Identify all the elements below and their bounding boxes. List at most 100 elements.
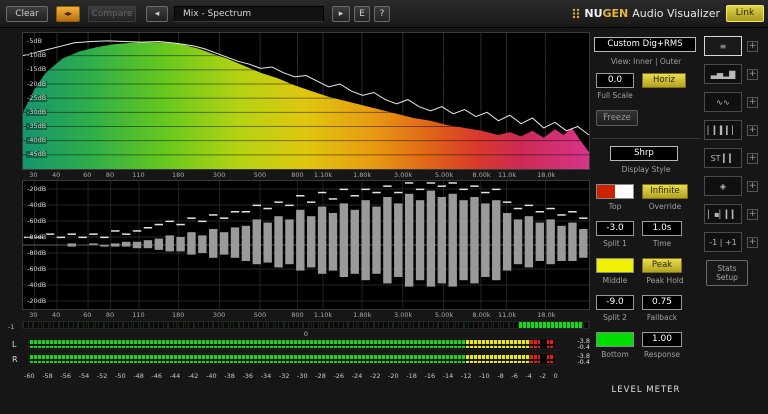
- mode-correlation-button[interactable]: -1 | +1: [704, 232, 742, 252]
- meter-scale-label: -22: [369, 372, 381, 380]
- prev-preset-button[interactable]: ◂: [146, 6, 168, 22]
- stats-setup-button[interactable]: Stats Setup: [706, 260, 748, 286]
- spectrum-plot: [22, 33, 590, 169]
- correlation-zero-label: 0: [303, 330, 309, 338]
- add-histogram-button[interactable]: +: [747, 68, 758, 80]
- preset-display[interactable]: Mix - Spectrum: [174, 6, 324, 22]
- freq-tick-label: 60: [83, 171, 92, 179]
- freq-tick-label: 1.80k: [353, 311, 372, 319]
- meter-bars-icon: ▏▪▏▎▎: [707, 209, 739, 219]
- histogram-db-label: -80dB: [26, 248, 48, 257]
- mode-level-lines-button[interactable]: ≡: [704, 36, 742, 56]
- freq-tick-label: 11.0k: [497, 171, 517, 179]
- freq-tick-label: 11.0k: [497, 311, 517, 319]
- add-meter-bars-button[interactable]: +: [747, 208, 758, 220]
- nugen-dots-icon: [573, 8, 580, 19]
- bottom-label: Bottom: [601, 350, 629, 359]
- help-button[interactable]: ?: [374, 6, 390, 22]
- freeze-button[interactable]: Freeze: [596, 110, 638, 126]
- bottom-color-swatch[interactable]: [596, 332, 634, 347]
- meter-scale-label: -12: [460, 372, 472, 380]
- meter-scale-label: -32: [278, 372, 290, 380]
- horiz-button[interactable]: Horiz: [642, 73, 686, 88]
- freq-tick-label: 18.0k: [537, 171, 556, 179]
- display-style-select[interactable]: Shrp: [610, 146, 678, 161]
- spectrum-db-label: -5dB: [26, 37, 44, 45]
- scale-value-field[interactable]: 0.0: [596, 73, 634, 88]
- freq-tick-label: 5.00k: [434, 311, 454, 319]
- top-label: Top: [608, 202, 622, 211]
- mode-stereo-button[interactable]: ST ▎▎: [704, 148, 742, 168]
- meter-scale-label: -48: [133, 372, 144, 380]
- freq-tick-label: 30: [29, 171, 38, 179]
- response-field[interactable]: 1.00: [642, 332, 682, 347]
- led-overlay: [29, 339, 555, 349]
- meter-scale-label: -60: [24, 372, 35, 380]
- mode-histogram-button[interactable]: ▃▅▂▇: [704, 64, 742, 84]
- brand-rest: Audio Visualizer: [632, 7, 720, 20]
- spectrum-db-label: -15dB: [26, 65, 48, 74]
- infinite-button[interactable]: Infinite: [642, 184, 688, 199]
- freq-tick-label: 8.00k: [472, 311, 491, 319]
- add-waveform-button[interactable]: +: [747, 96, 758, 108]
- add-stereo-button[interactable]: +: [747, 152, 758, 164]
- edit-button[interactable]: E: [354, 6, 370, 22]
- vectorscope-icon: ◈: [719, 181, 727, 191]
- mode-row: ∿∿ +: [704, 88, 766, 116]
- meter-scale-label: -56: [60, 372, 72, 380]
- compare-button[interactable]: Compare: [88, 6, 136, 22]
- mode-vectorscope-button[interactable]: ◈: [704, 176, 742, 196]
- play-button[interactable]: ▸: [332, 6, 350, 22]
- add-correlation-button[interactable]: +: [747, 236, 758, 248]
- freq-tick-label: 800: [291, 311, 304, 319]
- meter-type-select[interactable]: Custom Dig+RMS: [594, 37, 696, 52]
- spectrum-db-label: -40dB: [26, 136, 48, 145]
- peak-button[interactable]: Peak: [642, 258, 682, 273]
- meter-scale-label: -46: [151, 372, 163, 380]
- settings-divider: [592, 138, 700, 139]
- freq-tick-label: 80: [105, 311, 115, 319]
- middle-color-swatch[interactable]: [596, 258, 634, 273]
- freq-tick-label: 3.00k: [394, 171, 413, 179]
- top-color-swatch[interactable]: [596, 184, 634, 199]
- histogram-panel[interactable]: -20dB -40dB -60dB -80dB -80dB -60dB -40dB -20dB: [22, 180, 590, 310]
- freq-tick-label: 300: [212, 171, 226, 179]
- ab-swap-button[interactable]: ◂▸: [56, 6, 80, 22]
- freq-tick-label: 180: [171, 171, 185, 179]
- mode-waveform-button[interactable]: ∿∿: [704, 92, 742, 112]
- freq-tick-label: 500: [253, 311, 267, 319]
- histogram-db-label: -60dB: [26, 216, 48, 225]
- add-vectorscope-button[interactable]: +: [747, 180, 758, 192]
- meter-scale-label: -28: [315, 372, 326, 380]
- add-level-lines-button[interactable]: +: [747, 40, 758, 52]
- histogram-db-label: -60dB: [26, 264, 48, 273]
- freq-tick-label: 110: [132, 311, 145, 319]
- meter-readouts: -3.8 -0.4: [562, 353, 590, 366]
- mode-spectrum-lines-button[interactable]: ▏▎▍▎▏: [704, 120, 742, 140]
- spectrum-db-label: -35dB: [26, 122, 48, 130]
- link-button[interactable]: Link: [726, 5, 764, 22]
- meter-scale-label: -52: [96, 372, 108, 380]
- mode-meter-bars-button[interactable]: ▏▪▏▎▎: [704, 204, 742, 224]
- fallback-field[interactable]: 0.75: [642, 295, 682, 310]
- correlation-icon: -1 | +1: [709, 237, 737, 247]
- stereo-icon: ST ▎▎: [710, 153, 736, 163]
- freq-tick-label: 18.0k: [537, 311, 556, 319]
- clear-button[interactable]: Clear: [6, 6, 48, 22]
- freq-tick-label: 60: [83, 311, 92, 319]
- split2-field[interactable]: -9.0: [596, 295, 634, 310]
- meter-scale-label: -18: [406, 372, 417, 380]
- meter-channel-L: L -3.8 -0.4: [10, 338, 592, 351]
- meter-channel-R: R -3.8 -0.4: [10, 353, 592, 366]
- mode-row: ≡ +: [704, 32, 766, 60]
- meter-scale-label: -42: [187, 372, 199, 380]
- split1-field[interactable]: -3.0: [596, 221, 634, 236]
- spectrum-db-label: -25dB: [26, 93, 48, 102]
- middle-label: Middle: [602, 276, 628, 285]
- histogram-db-label: -20dB: [26, 296, 48, 305]
- add-spectrum-lines-button[interactable]: +: [747, 124, 758, 136]
- mode-row: ▏▪▏▎▎ +: [704, 200, 766, 228]
- spectrum-panel[interactable]: -5dB -10dB -15dB -20dB -25dB -30dB -35dB -40dB -…: [22, 32, 590, 170]
- freq-tick-label: 110: [132, 171, 145, 179]
- time-field[interactable]: 1.0s: [642, 221, 682, 236]
